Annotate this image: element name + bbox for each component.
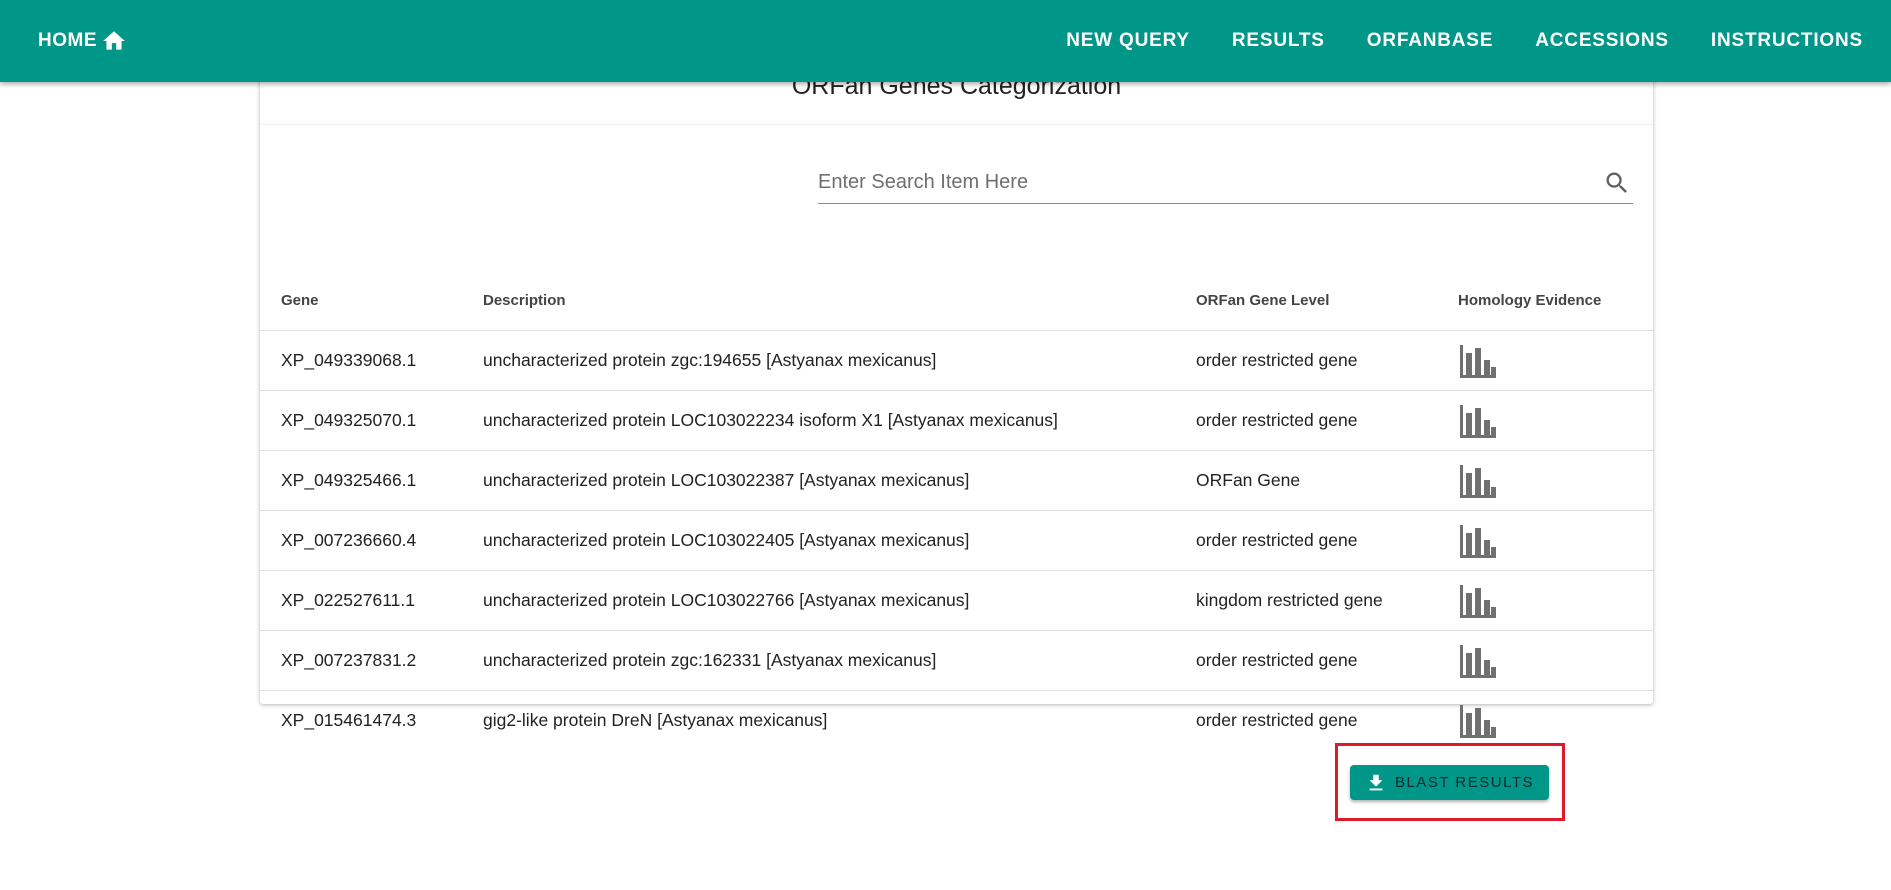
description-cell: uncharacterized protein LOC103022234 iso… — [483, 390, 1196, 451]
nav-accessions[interactable]: ACCESSIONS — [1535, 30, 1669, 52]
gene-cell: XP_015461474.3 — [281, 710, 417, 730]
table-row: XP_015461474.3 gig2-like protein DreN [A… — [260, 691, 1653, 751]
blast-results-label: BLAST RESULTS — [1395, 774, 1534, 791]
home-label: HOME — [38, 30, 97, 51]
download-icon — [1369, 774, 1383, 790]
evidence-cell — [1458, 691, 1653, 751]
column-header-level[interactable]: ORFan Gene Level — [1196, 270, 1458, 331]
gene-cell: XP_049325070.1 — [260, 390, 483, 451]
evidence-cell — [1458, 390, 1653, 451]
column-header-gene[interactable]: Gene — [260, 270, 483, 331]
table-row: XP_049325070.1 uncharacterized protein L… — [260, 390, 1653, 451]
home-link[interactable]: HOME — [38, 0, 127, 82]
home-icon — [103, 31, 125, 50]
bar-chart-icon[interactable] — [1458, 403, 1498, 439]
results-card: ORFan Genes Categorization Gene Descript… — [260, 46, 1653, 738]
results-table: Gene Description ORFan Gene Level Homolo… — [260, 270, 1653, 750]
column-header-evidence[interactable]: Homology Evidence — [1458, 270, 1653, 331]
level-cell: order restricted gene — [1196, 330, 1458, 391]
description-cell: uncharacterized protein LOC103022387 [As… — [483, 450, 1196, 511]
level-cell: order restricted gene — [1196, 510, 1458, 571]
table-row: XP_049325466.1 uncharacterized protein L… — [260, 450, 1653, 511]
description-cell: uncharacterized protein zgc:162331 [Asty… — [483, 630, 1196, 691]
evidence-cell — [1458, 510, 1653, 571]
table-row: XP_022527611.1 uncharacterized protein L… — [260, 570, 1653, 631]
nav-results[interactable]: RESULTS — [1232, 30, 1325, 52]
description-cell: gig2-like protein DreN [Astyanax mexican… — [483, 710, 828, 730]
bar-chart-icon[interactable] — [1458, 583, 1498, 619]
gene-cell: XP_007236660.4 — [260, 510, 483, 571]
evidence-cell — [1458, 630, 1653, 691]
main-nav: NEW QUERY RESULTS ORFANBASE ACCESSIONS I… — [1024, 0, 1863, 82]
table-row: XP_007236660.4 uncharacterized protein L… — [260, 510, 1653, 571]
evidence-cell — [1458, 330, 1653, 391]
title-divider — [260, 124, 1653, 125]
bar-chart-icon[interactable] — [1458, 643, 1498, 679]
gene-cell: XP_007237831.2 — [260, 630, 483, 691]
description-cell: uncharacterized protein LOC103022766 [As… — [483, 570, 1196, 631]
nav-new-query[interactable]: NEW QUERY — [1066, 30, 1190, 52]
gene-cell: XP_022527611.1 — [260, 570, 483, 631]
table-row: XP_007237831.2 uncharacterized protein z… — [260, 630, 1653, 691]
search-field — [818, 163, 1633, 204]
bar-chart-icon[interactable] — [1458, 343, 1498, 379]
column-header-description[interactable]: Description — [483, 270, 1196, 331]
level-cell: order restricted gene — [1196, 390, 1458, 451]
table-row: XP_049339068.1 uncharacterized protein z… — [260, 330, 1653, 391]
evidence-cell — [1458, 450, 1653, 511]
level-cell: order restricted gene — [1196, 710, 1358, 730]
level-cell: order restricted gene — [1196, 630, 1458, 691]
level-cell: kingdom restricted gene — [1196, 570, 1458, 631]
evidence-cell — [1458, 570, 1653, 631]
table-header-row: Gene Description ORFan Gene Level Homolo… — [260, 270, 1653, 331]
bar-chart-icon[interactable] — [1458, 703, 1498, 739]
level-cell: ORFan Gene — [1196, 450, 1458, 511]
bar-chart-icon[interactable] — [1458, 463, 1498, 499]
search-icon[interactable] — [1603, 169, 1631, 197]
gene-cell: XP_049325466.1 — [260, 450, 483, 511]
top-app-bar: HOME NEW QUERY RESULTS ORFANBASE ACCESSI… — [0, 0, 1891, 82]
bar-chart-icon[interactable] — [1458, 523, 1498, 559]
description-cell: uncharacterized protein LOC103022405 [As… — [483, 510, 1196, 571]
blast-results-download-button[interactable]: BLAST RESULTS — [1350, 765, 1549, 800]
gene-cell: XP_049339068.1 — [260, 330, 483, 391]
description-cell: uncharacterized protein zgc:194655 [Asty… — [483, 330, 1196, 391]
nav-orfanbase[interactable]: ORFANBASE — [1367, 30, 1494, 52]
nav-instructions[interactable]: INSTRUCTIONS — [1711, 30, 1863, 52]
search-input[interactable] — [818, 163, 1578, 201]
